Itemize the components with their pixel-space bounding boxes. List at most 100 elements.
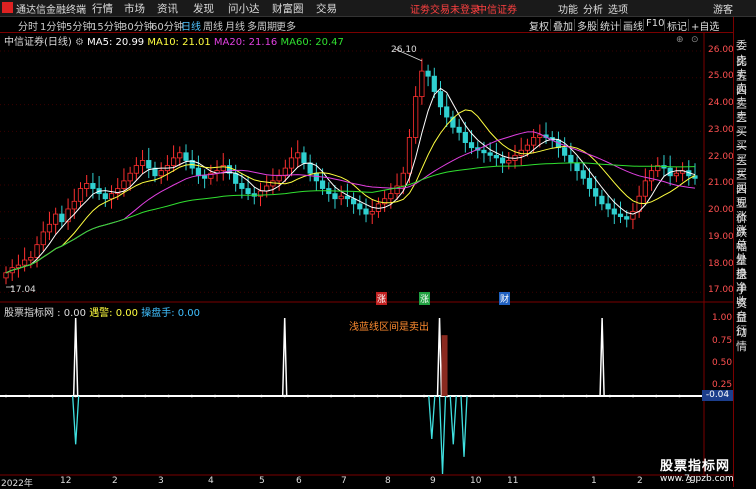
indicator-dot — [167, 394, 170, 398]
candle-body — [437, 91, 444, 108]
indicator-tick: 1.00 — [712, 313, 733, 323]
candle-body — [245, 188, 251, 195]
indicator-down-spike — [449, 395, 457, 445]
date-tick: 4 — [208, 476, 214, 486]
candle-body — [177, 152, 183, 159]
candle-body — [605, 203, 611, 210]
indicator-dot — [4, 394, 8, 398]
candle-body — [499, 157, 506, 164]
candle-body — [419, 70, 425, 98]
candle-body — [425, 70, 431, 77]
candle-body — [574, 162, 580, 172]
indicator-dot — [376, 394, 379, 398]
candle-body — [481, 149, 487, 154]
candle-body — [15, 264, 22, 269]
candle-body — [363, 208, 369, 215]
indicator-dot — [120, 394, 124, 398]
candle-body — [462, 131, 468, 143]
indicator-dot — [236, 394, 240, 398]
indicator-name[interactable]: 股票指标网 : 0.00 — [4, 308, 86, 319]
indicator-series-trader: 操盘手: 0.00 — [141, 308, 201, 319]
candle-body — [332, 193, 338, 200]
indicator-up-spike — [281, 317, 288, 397]
indicator-tick: 0.25 — [712, 380, 733, 390]
candle-body — [444, 106, 450, 118]
candle-body — [624, 216, 630, 220]
candle-body — [468, 142, 475, 149]
date-tick: 7 — [341, 476, 347, 486]
candle-body — [456, 126, 462, 133]
date-tick: 3 — [158, 476, 164, 486]
date-tick: 10 — [470, 476, 482, 486]
event-mark[interactable]: 涨 — [419, 292, 431, 305]
candle-body — [537, 134, 543, 138]
date-tick: 8 — [385, 476, 391, 486]
candle-body — [233, 172, 239, 184]
date-tick: 2022年 — [1, 479, 33, 489]
indicator-dot — [283, 394, 286, 398]
date-tick: 2 — [637, 476, 643, 486]
date-tick: 6 — [296, 476, 302, 486]
indicator-note: 浅蓝线区间是卖出 — [349, 322, 429, 333]
indicator-tick: 0.50 — [712, 358, 733, 368]
candle-body — [239, 183, 245, 189]
indicator-dot — [492, 394, 496, 398]
indicator-up-spike — [72, 317, 79, 397]
indicator-down-spike — [428, 395, 436, 439]
candle-body — [617, 213, 624, 218]
candle-body — [22, 259, 28, 266]
indicator-dot — [678, 394, 681, 398]
candle-body — [53, 213, 59, 225]
candle-body — [158, 170, 164, 177]
candle-body — [90, 183, 96, 189]
candle-body — [77, 188, 84, 202]
candle-body — [524, 144, 531, 151]
date-tick: 9 — [430, 476, 436, 486]
candle-body — [71, 200, 77, 210]
candle-body — [170, 157, 177, 166]
candle-body — [562, 147, 568, 156]
indicator-dot — [631, 394, 635, 398]
indicator-dot — [190, 394, 194, 398]
high-price-label: 26.10 — [391, 45, 417, 55]
candle-body — [568, 154, 574, 164]
indicator-dot — [329, 394, 333, 398]
indicator-dot — [260, 394, 263, 398]
candle-body — [127, 172, 133, 182]
candle-body — [642, 180, 648, 197]
indicator-dot — [515, 394, 519, 398]
candle-body — [406, 137, 413, 174]
candle-body — [295, 152, 301, 159]
indicator-current-value: -0.04 — [702, 390, 733, 401]
candle-body — [630, 211, 636, 220]
finance-mark[interactable]: 财 — [499, 292, 511, 305]
candle-body — [46, 223, 53, 233]
indicator-red-bar — [441, 335, 448, 396]
candle-body — [40, 231, 46, 246]
kline-chart[interactable] — [0, 0, 733, 487]
date-tick: 12 — [60, 476, 72, 486]
candle-body — [506, 160, 512, 164]
panel-item[interactable]: 行情 — [736, 322, 756, 354]
indicator-dot — [399, 394, 403, 398]
indicator-down-spike — [460, 395, 468, 457]
candle-body — [493, 154, 499, 159]
candle-body — [121, 180, 127, 189]
low-price-label: 17.04 — [10, 285, 36, 295]
indicator-dot — [27, 394, 31, 398]
candle-body — [139, 160, 146, 166]
indicator-tick: 0.75 — [712, 336, 733, 346]
watermark-url: www.7gpzb.com — [660, 474, 734, 484]
candle-body — [28, 257, 34, 261]
candle-body — [146, 160, 152, 169]
candle-body — [487, 152, 493, 156]
event-mark[interactable]: 涨 — [376, 292, 388, 305]
candle-body — [183, 152, 189, 161]
indicator-series-alert: 遇警: 0.00 — [89, 308, 139, 319]
date-tick: 11 — [507, 476, 519, 486]
indicator-dot — [562, 394, 565, 398]
indicator-dot — [654, 394, 658, 398]
candle-body — [593, 188, 599, 197]
indicator-up-spike — [599, 317, 605, 397]
candle-body — [388, 193, 394, 200]
